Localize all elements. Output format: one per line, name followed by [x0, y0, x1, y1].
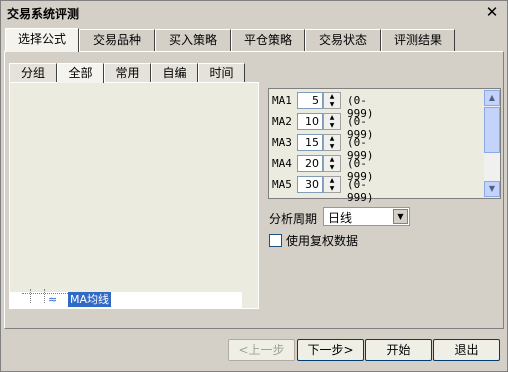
tree-item-ma[interactable]: MA均线	[68, 292, 112, 307]
exit-button[interactable]: 退出	[433, 339, 500, 361]
tab-close-strategy[interactable]: 平仓策略	[231, 29, 305, 51]
subtab-all[interactable]: 全部	[57, 63, 104, 83]
subtab-time[interactable]: 时间	[198, 63, 245, 83]
scroll-up-icon[interactable]: ▲	[484, 90, 500, 106]
subtab-custom[interactable]: 自编	[151, 63, 198, 83]
chevron-down-icon[interactable]: ▼	[393, 209, 408, 224]
param-value-input[interactable]: 30	[297, 176, 323, 193]
period-select[interactable]: 日线 ▼	[323, 207, 410, 226]
params-list: MA1 5 ▲ ▼ (0-999) MA2 10 ▲ ▼ (0-999) MA3 1…	[268, 88, 501, 204]
param-spinner[interactable]: ▲ ▼	[323, 155, 341, 172]
next-step-button[interactable]: 下一步>	[297, 339, 364, 361]
arrow-down-icon[interactable]: ▼	[324, 143, 340, 151]
arrow-down-icon[interactable]: ▼	[324, 101, 340, 109]
param-value-input[interactable]: 20	[297, 155, 323, 172]
param-spinner[interactable]: ▲ ▼	[323, 113, 341, 130]
param-range: (0-999)	[347, 178, 374, 204]
period-label: 分析周期	[269, 212, 318, 226]
arrow-down-icon[interactable]: ▼	[324, 164, 340, 172]
param-spinner[interactable]: ▲ ▼	[323, 176, 341, 193]
tab-trade-symbols[interactable]: 交易品种	[79, 29, 155, 51]
adjusted-data-checkbox[interactable]	[269, 234, 282, 247]
param-value-input[interactable]: 5	[297, 92, 323, 109]
arrow-down-icon[interactable]: ▼	[324, 122, 340, 130]
scroll-down-icon[interactable]: ▼	[484, 181, 500, 197]
param-value-input[interactable]: 15	[297, 134, 323, 151]
period-value: 日线	[328, 211, 353, 225]
arrow-up-icon[interactable]: ▲	[324, 177, 340, 185]
arrow-up-icon[interactable]: ▲	[324, 156, 340, 164]
subtab-common[interactable]: 常用	[104, 63, 151, 83]
arrow-up-icon[interactable]: ▲	[324, 135, 340, 143]
system-test-dialog: 交易系统评测 ✕ 选择公式 交易品种 买入策略 平仓策略 交易状态 评测结果 分…	[0, 0, 508, 372]
prev-step-button[interactable]: <上一步	[228, 339, 295, 361]
adjusted-data-label: 使用复权数据	[286, 234, 359, 248]
tab-select-formula[interactable]: 选择公式	[5, 28, 79, 52]
param-spinner[interactable]: ▲ ▼	[323, 92, 341, 109]
param-name: MA5	[272, 178, 292, 191]
param-spinner[interactable]: ▲ ▼	[323, 134, 341, 151]
tree-guide-line	[44, 289, 45, 303]
arrow-down-icon[interactable]: ▼	[324, 185, 340, 193]
param-name: MA1	[272, 94, 292, 107]
window-title: 交易系统评测	[7, 7, 80, 21]
param-name: MA4	[272, 157, 292, 170]
param-name: MA3	[272, 136, 292, 149]
subtab-groups[interactable]: 分组	[9, 63, 57, 83]
start-button[interactable]: 开始	[365, 339, 432, 361]
arrow-up-icon[interactable]: ▲	[324, 93, 340, 101]
arrow-up-icon[interactable]: ▲	[324, 114, 340, 122]
tab-test-results[interactable]: 评测结果	[381, 29, 455, 51]
tree-guide-line	[30, 289, 31, 303]
title-bar: 交易系统评测 ✕	[1, 1, 507, 25]
scroll-thumb[interactable]	[484, 107, 500, 153]
tree-guide-line	[22, 293, 72, 294]
formula-icon: ≈	[48, 293, 58, 306]
param-name: MA2	[272, 115, 292, 128]
tab-buy-strategy[interactable]: 买入策略	[155, 29, 231, 51]
params-scrollbar[interactable]: ▲ ▼	[484, 90, 500, 197]
formula-tree[interactable]: ≈ MA均线	[9, 82, 259, 309]
close-icon[interactable]: ✕	[483, 3, 501, 21]
param-value-input[interactable]: 10	[297, 113, 323, 130]
tab-trade-status[interactable]: 交易状态	[305, 29, 381, 51]
